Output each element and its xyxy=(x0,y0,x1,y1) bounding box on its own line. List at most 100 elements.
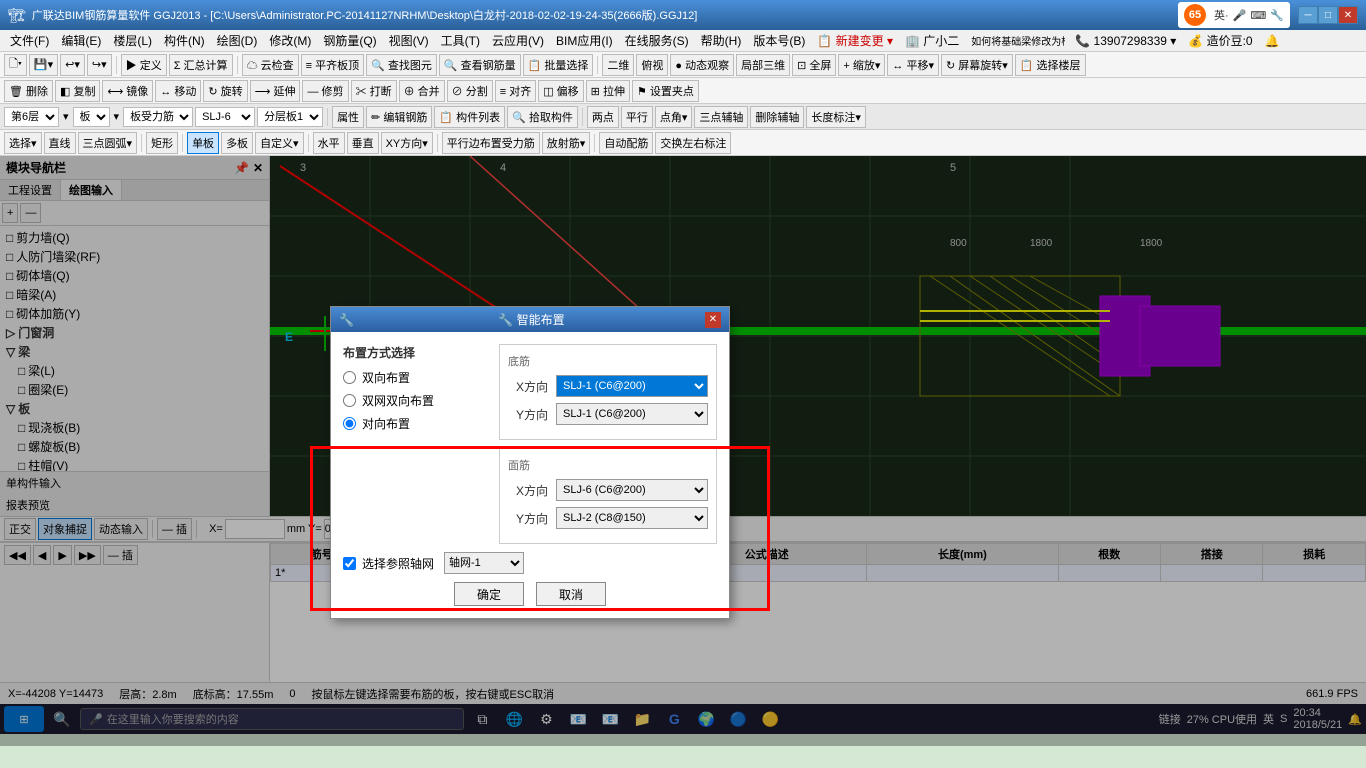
break-button[interactable]: ✂ 打断 xyxy=(351,80,397,102)
2d-button[interactable]: 二维 xyxy=(602,54,634,76)
radio-double-net-input[interactable] xyxy=(343,394,356,407)
multi-plate-btn[interactable]: 多板 xyxy=(221,132,253,154)
menu-edit[interactable]: 编辑(E) xyxy=(55,32,107,49)
split-button[interactable]: ⊘ 分割 xyxy=(447,80,493,102)
layer-name-select[interactable]: 分层板1 xyxy=(257,107,323,127)
maximize-button[interactable]: □ xyxy=(1318,6,1338,24)
three-point-axis-button[interactable]: 三点辅轴 xyxy=(694,106,748,128)
close-button[interactable]: ✕ xyxy=(1338,6,1358,24)
menu-guang2[interactable]: 🏢 广小二 xyxy=(899,32,965,49)
menu-new-change[interactable]: 📋 新建变更 ▾ xyxy=(811,32,899,49)
trim-button[interactable]: — 修剪 xyxy=(302,80,348,102)
radial-btn[interactable]: 放射筋▾ xyxy=(542,132,591,154)
xy-dir-btn[interactable]: XY方向▾ xyxy=(381,132,433,154)
mirror-button[interactable]: ⟷ 镜像 xyxy=(102,80,153,102)
redo-button[interactable]: ↪▾ xyxy=(87,54,112,76)
menu-bell[interactable]: 🔔 xyxy=(1259,34,1286,48)
confirm-button[interactable]: 确定 xyxy=(454,582,524,606)
merge-button[interactable]: ⊕ 合并 xyxy=(399,80,445,102)
swap-label-btn[interactable]: 交换左右标注 xyxy=(655,132,731,154)
component-list-button[interactable]: 📋 构件列表 xyxy=(434,106,505,128)
edit-rebar-button[interactable]: ✏ 编辑钢筋 xyxy=(366,106,432,128)
level-plate-button[interactable]: ≡ 平齐板顶 xyxy=(301,54,364,76)
view-button[interactable]: 俯视 xyxy=(636,54,668,76)
define-button[interactable]: ▶ 定义 xyxy=(121,54,167,76)
vertical-btn[interactable]: 垂直 xyxy=(347,132,379,154)
local-3d-button[interactable]: 局部三维 xyxy=(736,54,790,76)
move-button[interactable]: ↔ 平移▾ xyxy=(887,54,939,76)
axis-checkbox[interactable] xyxy=(343,557,356,570)
dynamic-view-button[interactable]: ● 动态观察 xyxy=(670,54,734,76)
menu-coins[interactable]: 💰 造价豆:0 xyxy=(1182,32,1258,49)
menu-cloud[interactable]: 云应用(V) xyxy=(486,32,550,49)
menu-draw[interactable]: 绘图(D) xyxy=(211,32,264,49)
batch-select-button[interactable]: 📋 批量选择 xyxy=(523,54,594,76)
calculate-button[interactable]: Σ 汇总计算 xyxy=(169,54,233,76)
auto-rebar-btn[interactable]: 自动配筋 xyxy=(599,132,653,154)
menu-file[interactable]: 文件(F) xyxy=(4,32,55,49)
rotate-elem-button[interactable]: ↻ 旋转 xyxy=(203,80,247,102)
menu-bim[interactable]: BIM应用(I) xyxy=(550,32,619,49)
x-top-select[interactable]: SLJ-6 (C6@200) xyxy=(556,479,708,501)
copy-button[interactable]: ◧ 复制 xyxy=(55,80,100,102)
fullscreen-button[interactable]: ⊡ 全屏 xyxy=(792,54,836,76)
arc-btn[interactable]: 三点圆弧▾ xyxy=(78,132,138,154)
menu-version[interactable]: 版本号(B) xyxy=(747,32,811,49)
delete-button[interactable]: 🗑 删除 xyxy=(4,80,53,102)
view-rebar-button[interactable]: 🔍 查看钢筋量 xyxy=(439,54,521,76)
rotate-screen-button[interactable]: ↻ 屏幕旋转▾ xyxy=(941,54,1013,76)
menu-floor[interactable]: 楼层(L) xyxy=(107,32,158,49)
del-axis-button[interactable]: 删除辅轴 xyxy=(750,106,804,128)
horizontal-btn[interactable]: 水平 xyxy=(313,132,345,154)
rebar-name-select[interactable]: SLJ-6 xyxy=(195,107,255,127)
menu-help[interactable]: 帮助(H) xyxy=(695,32,748,49)
cloud-check-button[interactable]: ☁ 云检查 xyxy=(242,54,299,76)
menu-component[interactable]: 构件(N) xyxy=(158,32,211,49)
custom-btn[interactable]: 自定义▾ xyxy=(255,132,304,154)
y-bottom-select[interactable]: SLJ-1 (C6@200) xyxy=(556,403,708,425)
new-file-button[interactable]: 🗋▾ xyxy=(4,54,27,76)
pick-component-button[interactable]: 🔍 拾取构件 xyxy=(507,106,578,128)
parallel-button[interactable]: 平行 xyxy=(621,106,653,128)
extend-button[interactable]: ⟶ 延伸 xyxy=(250,80,301,102)
layer-select[interactable]: 第6层 xyxy=(4,107,59,127)
line-btn[interactable]: 直线 xyxy=(44,132,76,154)
dialog-close-button[interactable]: ✕ xyxy=(705,312,721,328)
radio-opposite-input[interactable] xyxy=(343,417,356,430)
menu-help-tip[interactable]: 如何将基础梁修改为框... xyxy=(965,33,1065,48)
save-button[interactable]: 💾▾ xyxy=(29,54,58,76)
property-button[interactable]: 属性 xyxy=(332,106,364,128)
radio-double-net[interactable]: 双网双向布置 xyxy=(343,392,483,409)
rect-btn[interactable]: 矩形 xyxy=(146,132,178,154)
select-layer-button[interactable]: 📋 选择楼层 xyxy=(1015,54,1086,76)
axis-select[interactable]: 轴网-1 xyxy=(444,552,524,574)
two-point-button[interactable]: 两点 xyxy=(587,106,619,128)
y-top-select[interactable]: SLJ-2 (C8@150) xyxy=(556,507,708,529)
find-element-button[interactable]: 🔍 查找图元 xyxy=(366,54,437,76)
menu-view[interactable]: 视图(V) xyxy=(383,32,435,49)
align-button[interactable]: ≡ 对齐 xyxy=(495,80,536,102)
radio-bidirectional-input[interactable] xyxy=(343,371,356,384)
point-angle-button[interactable]: 点角▾ xyxy=(655,106,693,128)
x-bottom-select[interactable]: SLJ-1 (C6@200) xyxy=(556,375,708,397)
set-grip-button[interactable]: ⚑ 设置夹点 xyxy=(632,80,699,102)
minimize-button[interactable]: ─ xyxy=(1298,6,1318,24)
menu-phone[interactable]: 📞 13907298339 ▾ xyxy=(1069,34,1182,48)
menu-modify[interactable]: 修改(M) xyxy=(263,32,317,49)
rebar-type-select[interactable]: 板受力筋 xyxy=(123,107,193,127)
length-mark-button[interactable]: 长度标注▾ xyxy=(806,106,866,128)
move-elem-button[interactable]: ↔ 移动 xyxy=(155,80,201,102)
select-btn[interactable]: 选择▾ xyxy=(4,132,42,154)
offset-button[interactable]: ◫ 偏移 xyxy=(538,80,583,102)
radio-opposite[interactable]: 对向布置 xyxy=(343,415,483,432)
menu-online[interactable]: 在线服务(S) xyxy=(619,32,695,49)
stretch-button[interactable]: ⊞ 拉伸 xyxy=(586,80,630,102)
zoom-in-button[interactable]: + 缩放▾ xyxy=(838,54,885,76)
cancel-button[interactable]: 取消 xyxy=(536,582,606,606)
radio-bidirectional[interactable]: 双向布置 xyxy=(343,369,483,386)
undo-button[interactable]: ↩▾ xyxy=(60,54,85,76)
parallel-edge-btn[interactable]: 平行边布置受力筋 xyxy=(442,132,540,154)
single-plate-btn[interactable]: 单板 xyxy=(187,132,219,154)
type-select[interactable]: 板 xyxy=(73,107,110,127)
menu-tools[interactable]: 工具(T) xyxy=(435,32,486,49)
